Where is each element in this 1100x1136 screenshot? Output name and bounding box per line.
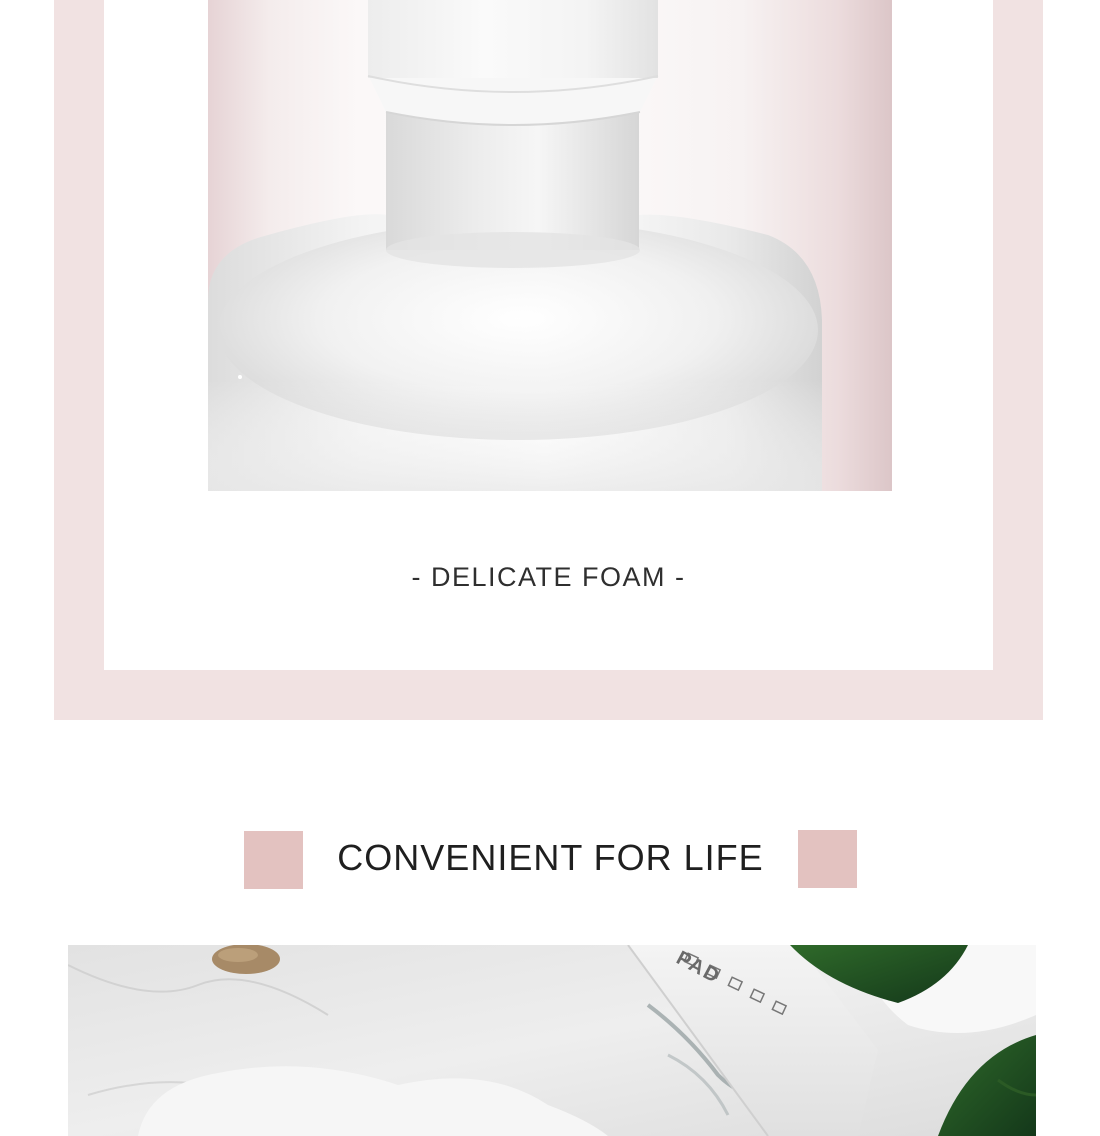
heading-accent-square-right <box>798 830 857 888</box>
section-heading: CONVENIENT FOR LIFE <box>337 837 764 878</box>
marble-scene-illustration <box>68 945 1036 1136</box>
product-photo <box>208 0 892 491</box>
section-heading-row: CONVENIENT FOR LIFE <box>0 828 1100 890</box>
product-caption: - DELICATE FOAM - <box>411 562 686 592</box>
lifestyle-photo: PAD <box>68 945 1036 1136</box>
bottle-illustration <box>208 0 822 491</box>
heading-accent-square-left <box>244 831 303 889</box>
product-detail-page: - DELICATE FOAM - CONVENIENT FOR LIFE PA… <box>0 0 1100 1136</box>
